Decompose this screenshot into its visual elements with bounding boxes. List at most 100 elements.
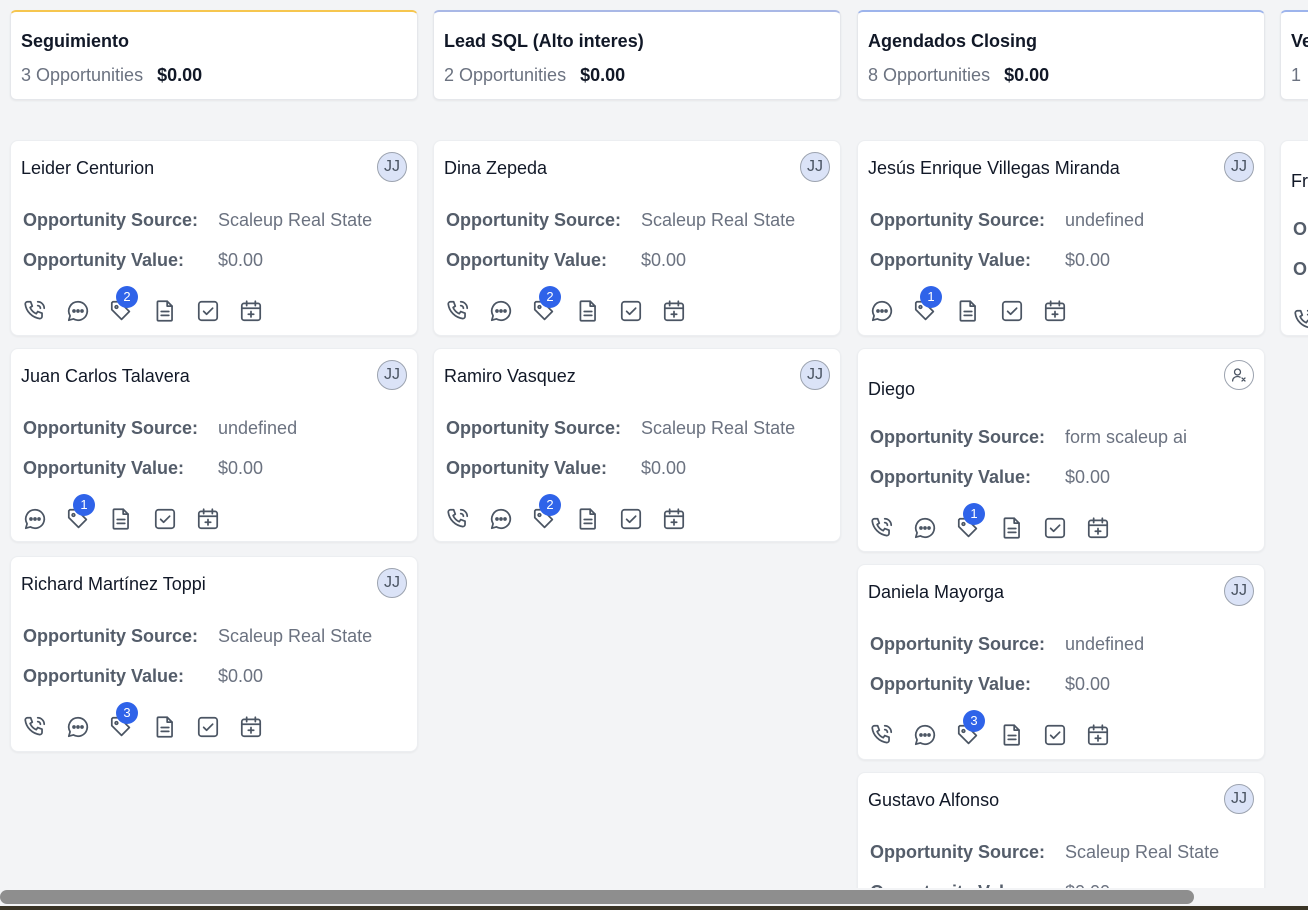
opportunity-value-row: Opportunity Value: $0.00	[23, 458, 263, 479]
task-icon[interactable]	[1042, 722, 1068, 748]
owner-avatar[interactable]: JJ	[377, 568, 407, 598]
phone-icon[interactable]	[869, 722, 895, 748]
phone-icon[interactable]	[445, 298, 471, 324]
task-icon[interactable]	[999, 298, 1025, 324]
horizontal-scrollbar-thumb[interactable]	[0, 890, 1194, 904]
task-icon[interactable]	[195, 714, 221, 740]
opportunity-value-label: Opportunity Value:	[870, 250, 1032, 270]
stage-header[interactable]: Seguimiento 3 Opportunities $0.00	[10, 10, 418, 100]
opportunity-contact-name[interactable]: Diego	[868, 379, 915, 400]
note-icon[interactable]	[152, 714, 178, 740]
opportunity-card[interactable]: Diego Opportunity Source: form scaleup ai O…	[857, 348, 1265, 552]
calendar-add-icon[interactable]	[195, 506, 221, 532]
owner-avatar[interactable]: JJ	[800, 360, 830, 390]
note-icon[interactable]	[999, 722, 1025, 748]
calendar-add-icon[interactable]	[1085, 515, 1111, 541]
opportunity-contact-name[interactable]: Leider Centurion	[21, 158, 154, 179]
pipeline-stage-column: Agendados Closing 8 Opportunities $0.00 Jes…	[857, 10, 1265, 892]
opportunity-value-label: Opportunity Value:	[23, 250, 185, 270]
owner-avatar[interactable]: JJ	[1224, 576, 1254, 606]
chat-icon[interactable]	[869, 298, 895, 324]
chat-icon[interactable]	[912, 722, 938, 748]
tag-icon[interactable]: 2	[531, 286, 561, 324]
calendar-add-icon[interactable]	[238, 714, 264, 740]
calendar-add-icon[interactable]	[1085, 722, 1111, 748]
phone-icon[interactable]	[22, 714, 48, 740]
task-icon[interactable]	[1042, 515, 1068, 541]
tag-icon[interactable]: 3	[108, 702, 138, 740]
task-icon[interactable]	[152, 506, 178, 532]
note-icon[interactable]	[955, 298, 981, 324]
tag-icon[interactable]: 2	[108, 286, 138, 324]
opportunity-value-row: Op	[1293, 259, 1308, 280]
opportunity-card[interactable]: Juan Carlos Talavera JJ Opportunity Source…	[10, 348, 418, 542]
stage-header[interactable]: Lead SQL (Alto interes) 2 Opportunities $0…	[433, 10, 841, 100]
note-icon[interactable]	[575, 506, 601, 532]
opportunity-contact-name[interactable]: Richard Martínez Toppi	[21, 574, 206, 595]
opportunity-card[interactable]: Dina Zepeda JJ Opportunity Source: Scaleup …	[433, 140, 841, 336]
task-icon[interactable]	[618, 506, 644, 532]
owner-avatar[interactable]: JJ	[377, 360, 407, 390]
owner-avatar[interactable]: JJ	[1224, 152, 1254, 182]
calendar-add-icon[interactable]	[661, 298, 687, 324]
calendar-add-icon[interactable]	[661, 506, 687, 532]
chat-icon[interactable]	[488, 506, 514, 532]
stage-opportunity-count: 8 Opportunities	[868, 65, 991, 85]
stage-total-value: $0.00	[580, 65, 626, 85]
phone-icon[interactable]	[869, 515, 895, 541]
opportunity-contact-name[interactable]: Gustavo Alfonso	[868, 790, 999, 811]
note-icon[interactable]	[575, 298, 601, 324]
owner-avatar[interactable]: JJ	[800, 152, 830, 182]
tag-icon[interactable]: 1	[65, 494, 95, 532]
phone-icon[interactable]	[1292, 307, 1308, 333]
stage-header[interactable]: Agendados Closing 8 Opportunities $0.00	[857, 10, 1265, 100]
stage-opportunity-count: 1	[1291, 65, 1302, 85]
note-icon[interactable]	[108, 506, 134, 532]
opportunity-contact-name[interactable]: Fr	[1291, 171, 1308, 192]
note-icon[interactable]	[999, 515, 1025, 541]
opportunity-card[interactable]: Ramiro Vasquez JJ Opportunity Source: Scale…	[433, 348, 841, 542]
opportunity-contact-name[interactable]: Dina Zepeda	[444, 158, 547, 179]
task-icon[interactable]	[195, 298, 221, 324]
stage-header[interactable]: Ve 1	[1280, 10, 1308, 100]
chat-icon[interactable]	[912, 515, 938, 541]
tag-icon[interactable]: 3	[955, 710, 985, 748]
calendar-add-icon[interactable]	[238, 298, 264, 324]
opportunity-card[interactable]: Daniela Mayorga JJ Opportunity Source: unde…	[857, 564, 1265, 760]
opportunity-contact-name[interactable]: Jesús Enrique Villegas Miranda	[868, 158, 1120, 179]
phone-icon[interactable]	[22, 298, 48, 324]
opportunity-card[interactable]: Leider Centurion JJ Opportunity Source: Sca…	[10, 140, 418, 336]
opportunity-card[interactable]: Gustavo Alfonso JJ Opportunity Source: Scal…	[857, 772, 1265, 892]
opportunity-source-row: Opportunity Source: undefined	[870, 634, 1144, 655]
opportunity-source-label: Opportunity Source:	[23, 210, 198, 230]
opportunity-value-label: Opportunity Value:	[446, 458, 608, 478]
task-icon[interactable]	[618, 298, 644, 324]
note-icon[interactable]	[152, 298, 178, 324]
tag-icon[interactable]: 1	[955, 503, 985, 541]
opportunity-card[interactable]: Fr Op Op	[1280, 140, 1308, 336]
opportunity-source-row: Op	[1293, 219, 1308, 240]
opportunity-source-label: Opportunity Source:	[23, 418, 198, 438]
chat-icon[interactable]	[488, 298, 514, 324]
owner-avatar[interactable]: JJ	[377, 152, 407, 182]
tag-icon[interactable]: 1	[912, 286, 942, 324]
opportunity-contact-name[interactable]: Daniela Mayorga	[868, 582, 1004, 603]
chat-icon[interactable]	[65, 714, 91, 740]
opportunity-value-row: Opportunity Value: $0.00	[870, 250, 1110, 271]
opportunity-contact-name[interactable]: Juan Carlos Talavera	[21, 366, 190, 387]
tag-icon[interactable]: 2	[531, 494, 561, 532]
opportunity-contact-name[interactable]: Ramiro Vasquez	[444, 366, 576, 387]
opportunity-source-value: undefined	[1065, 634, 1145, 654]
opportunity-card[interactable]: Jesús Enrique Villegas Miranda JJ Opportun…	[857, 140, 1265, 336]
calendar-add-icon[interactable]	[1042, 298, 1068, 324]
opportunity-source-value: Scaleup Real State	[641, 418, 796, 438]
phone-icon[interactable]	[445, 506, 471, 532]
stage-total-value: $0.00	[1004, 65, 1050, 85]
chat-icon[interactable]	[65, 298, 91, 324]
opportunity-card[interactable]: Richard Martínez Toppi JJ Opportunity Sour…	[10, 556, 418, 752]
unassigned-user-icon[interactable]	[1224, 360, 1254, 390]
owner-avatar[interactable]: JJ	[1224, 784, 1254, 814]
opportunity-source-row: Opportunity Source: Scaleup Real State	[446, 418, 795, 439]
opportunity-value-row: Opportunity Value: $0.00	[446, 250, 686, 271]
chat-icon[interactable]	[22, 506, 48, 532]
